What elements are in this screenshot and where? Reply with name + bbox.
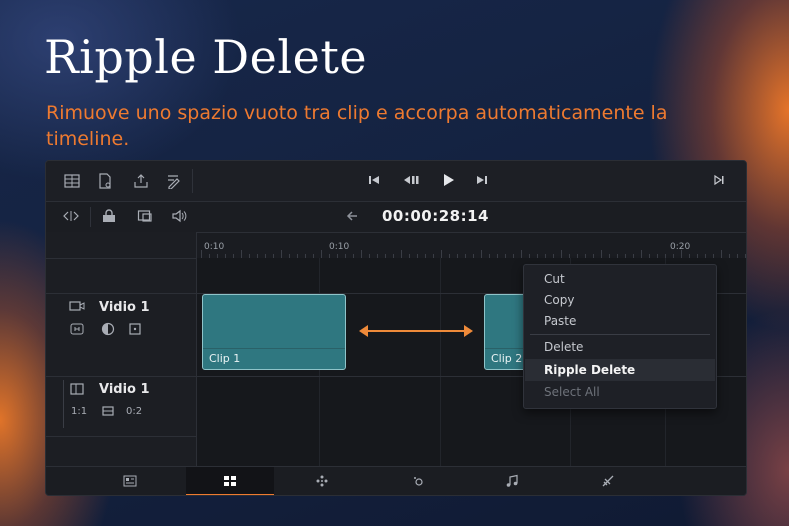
header-divider bbox=[46, 376, 196, 377]
lock-icon[interactable] bbox=[100, 209, 118, 227]
ruler-tick bbox=[241, 250, 242, 258]
timeline-ruler[interactable]: 0:10 0:10 0:20 bbox=[197, 232, 746, 259]
skip-back-icon[interactable] bbox=[366, 173, 382, 191]
menu-item-delete[interactable]: Delete bbox=[544, 340, 583, 354]
go-to-end-icon[interactable] bbox=[711, 173, 727, 191]
track-ratio: 1:1 bbox=[71, 406, 88, 417]
menu-item-select-all[interactable]: Select All bbox=[544, 385, 600, 399]
ruler-tick bbox=[601, 250, 602, 258]
stack-icon[interactable] bbox=[99, 404, 117, 422]
context-menu: Cut Copy Paste Delete Ripple Delete Sele… bbox=[523, 264, 717, 409]
menu-item-ripple-delete[interactable]: Ripple Delete bbox=[544, 363, 635, 377]
audio-icon[interactable] bbox=[170, 209, 188, 227]
ruler-tick bbox=[361, 250, 362, 258]
ruler-tick bbox=[321, 250, 322, 258]
timecode-display: 00:00:28:14 bbox=[382, 207, 489, 225]
ruler-tick bbox=[681, 250, 682, 258]
ruler-label: 0:10 bbox=[204, 242, 225, 252]
menu-item-paste[interactable]: Paste bbox=[544, 314, 576, 328]
tab-color[interactable] bbox=[374, 467, 462, 495]
clip-divider bbox=[203, 348, 345, 349]
clip-1[interactable]: Clip 1 bbox=[202, 294, 346, 370]
edit-tool-icon[interactable] bbox=[165, 173, 183, 193]
fusion-icon bbox=[316, 475, 328, 486]
ruler-tick bbox=[401, 250, 402, 258]
camera-icon[interactable] bbox=[68, 300, 86, 316]
ruler-label: 0:10 bbox=[329, 242, 350, 252]
page-title: Ripple Delete bbox=[44, 30, 368, 84]
export-icon[interactable] bbox=[132, 173, 150, 193]
document-icon[interactable] bbox=[96, 173, 114, 193]
skip-forward-icon[interactable] bbox=[474, 173, 490, 191]
tab-media[interactable] bbox=[86, 467, 174, 495]
clip-label: Clip 1 bbox=[209, 352, 241, 365]
toolbar-divider bbox=[192, 169, 193, 193]
deliver-icon bbox=[602, 475, 614, 486]
tab-deliver[interactable] bbox=[564, 467, 652, 495]
menu-separator bbox=[530, 334, 710, 335]
track-name[interactable]: Vidio 1 bbox=[99, 382, 150, 397]
grid-icon[interactable] bbox=[63, 173, 81, 193]
header-divider bbox=[46, 293, 196, 294]
ruler-tick bbox=[561, 250, 562, 258]
editor-window: 00:00:28:14 Vidio 1 Vidio 1 1:1 0:2 0:10… bbox=[45, 160, 747, 496]
ruler-tick bbox=[521, 250, 522, 258]
music-icon bbox=[506, 474, 518, 487]
ruler-tick bbox=[481, 250, 482, 258]
tab-fairlight[interactable] bbox=[468, 467, 556, 495]
color-icon bbox=[414, 476, 423, 486]
page-tabs bbox=[46, 466, 746, 495]
track-name[interactable]: Vidio 1 bbox=[99, 300, 150, 315]
menu-item-copy[interactable]: Copy bbox=[544, 293, 574, 307]
media-icon bbox=[123, 475, 137, 486]
panel-icon[interactable] bbox=[68, 382, 86, 400]
secondary-toolbar: 00:00:28:14 bbox=[46, 202, 746, 233]
ruler-tick bbox=[281, 250, 282, 258]
toolbar-divider bbox=[90, 207, 91, 227]
ruler-tick bbox=[201, 250, 202, 258]
tab-edit[interactable] bbox=[186, 467, 274, 495]
edit-page-icon bbox=[224, 475, 236, 486]
box-icon[interactable] bbox=[126, 322, 144, 340]
gap-double-arrow bbox=[359, 325, 473, 337]
trim-icon[interactable] bbox=[62, 209, 80, 227]
tab-fusion[interactable] bbox=[278, 467, 366, 495]
link-icon[interactable] bbox=[68, 322, 86, 340]
play-icon[interactable] bbox=[441, 172, 457, 192]
clip-label: Clip 2 bbox=[491, 352, 523, 365]
grid-line bbox=[440, 258, 441, 466]
back-arrow-icon[interactable] bbox=[344, 209, 360, 227]
header-divider bbox=[46, 258, 196, 259]
ruler-tick bbox=[641, 250, 642, 258]
menu-item-cut[interactable]: Cut bbox=[544, 272, 565, 286]
header-divider bbox=[46, 436, 196, 437]
track-value: 0:2 bbox=[126, 406, 143, 417]
ruler-tick bbox=[721, 250, 722, 258]
ruler-tick bbox=[441, 250, 442, 258]
main-toolbar bbox=[46, 161, 746, 202]
track-accent bbox=[63, 380, 64, 428]
page-subtitle: Rimuove uno spazio vuoto tra clip e acco… bbox=[46, 102, 668, 150]
snapshot-icon[interactable] bbox=[136, 209, 154, 227]
step-back-icon[interactable] bbox=[401, 173, 421, 191]
contrast-icon[interactable] bbox=[99, 322, 117, 340]
track-headers: Vidio 1 Vidio 1 1:1 0:2 bbox=[46, 232, 197, 466]
